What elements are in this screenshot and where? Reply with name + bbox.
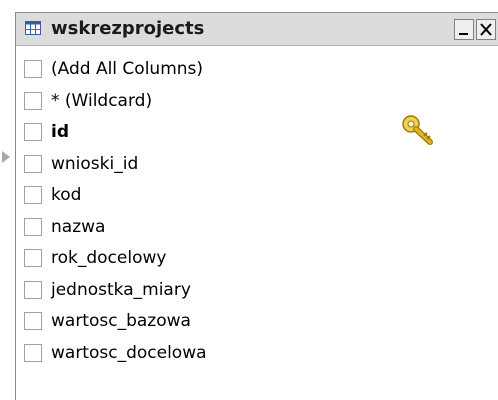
- column-row-jednostka-miary[interactable]: jednostka_miary: [16, 277, 498, 309]
- column-row-add-all[interactable]: (Add All Columns): [16, 56, 498, 88]
- column-checkbox[interactable]: [24, 154, 42, 173]
- column-checkbox[interactable]: [24, 312, 42, 330]
- column-label: jednostka_miary: [51, 279, 191, 300]
- title-bar[interactable]: wskrezprojects: [16, 13, 498, 46]
- close-icon: [480, 23, 492, 36]
- column-label: kod: [51, 185, 82, 205]
- column-label: rok_docelowy: [51, 248, 167, 268]
- minimize-icon: [459, 33, 468, 35]
- table-icon: [25, 21, 41, 35]
- column-checkbox[interactable]: [24, 91, 42, 110]
- column-list: (Add All Columns) * (Wildcard) id wniosk…: [16, 56, 498, 371]
- close-button[interactable]: [476, 19, 496, 40]
- column-row-wnioski-id[interactable]: wnioski_id: [16, 151, 498, 183]
- column-checkbox[interactable]: [24, 217, 42, 236]
- column-row-id[interactable]: id: [16, 115, 498, 151]
- column-checkbox[interactable]: [24, 60, 42, 78]
- query-designer-canvas: wskrezprojects (Add All Columns) * (Wild…: [0, 0, 498, 400]
- column-row-rok-docelowy[interactable]: rok_docelowy: [16, 245, 498, 277]
- column-checkbox[interactable]: [24, 343, 42, 362]
- column-label: wartosc_docelowa: [51, 342, 207, 363]
- column-label: * (Wildcard): [51, 90, 153, 111]
- column-row-wartosc-bazowa[interactable]: wartosc_bazowa: [16, 308, 498, 340]
- table-window[interactable]: wskrezprojects (Add All Columns) * (Wild…: [15, 12, 498, 400]
- minimize-button[interactable]: [454, 19, 474, 40]
- table-title: wskrezprojects: [51, 18, 205, 39]
- column-label: id: [51, 122, 69, 142]
- column-checkbox[interactable]: [24, 186, 42, 204]
- row-pointer-icon: [2, 151, 10, 163]
- column-row-nazwa[interactable]: nazwa: [16, 214, 498, 246]
- column-label: wartosc_bazowa: [51, 311, 191, 331]
- column-row-wartosc-docelowa[interactable]: wartosc_docelowa: [16, 340, 498, 372]
- column-row-kod[interactable]: kod: [16, 182, 498, 214]
- column-label: (Add All Columns): [51, 59, 204, 79]
- key-icon: [402, 115, 433, 145]
- column-checkbox[interactable]: [24, 249, 42, 267]
- column-checkbox[interactable]: [24, 280, 42, 299]
- column-label: wnioski_id: [51, 153, 139, 174]
- column-label: nazwa: [51, 216, 106, 237]
- column-checkbox[interactable]: [24, 123, 42, 141]
